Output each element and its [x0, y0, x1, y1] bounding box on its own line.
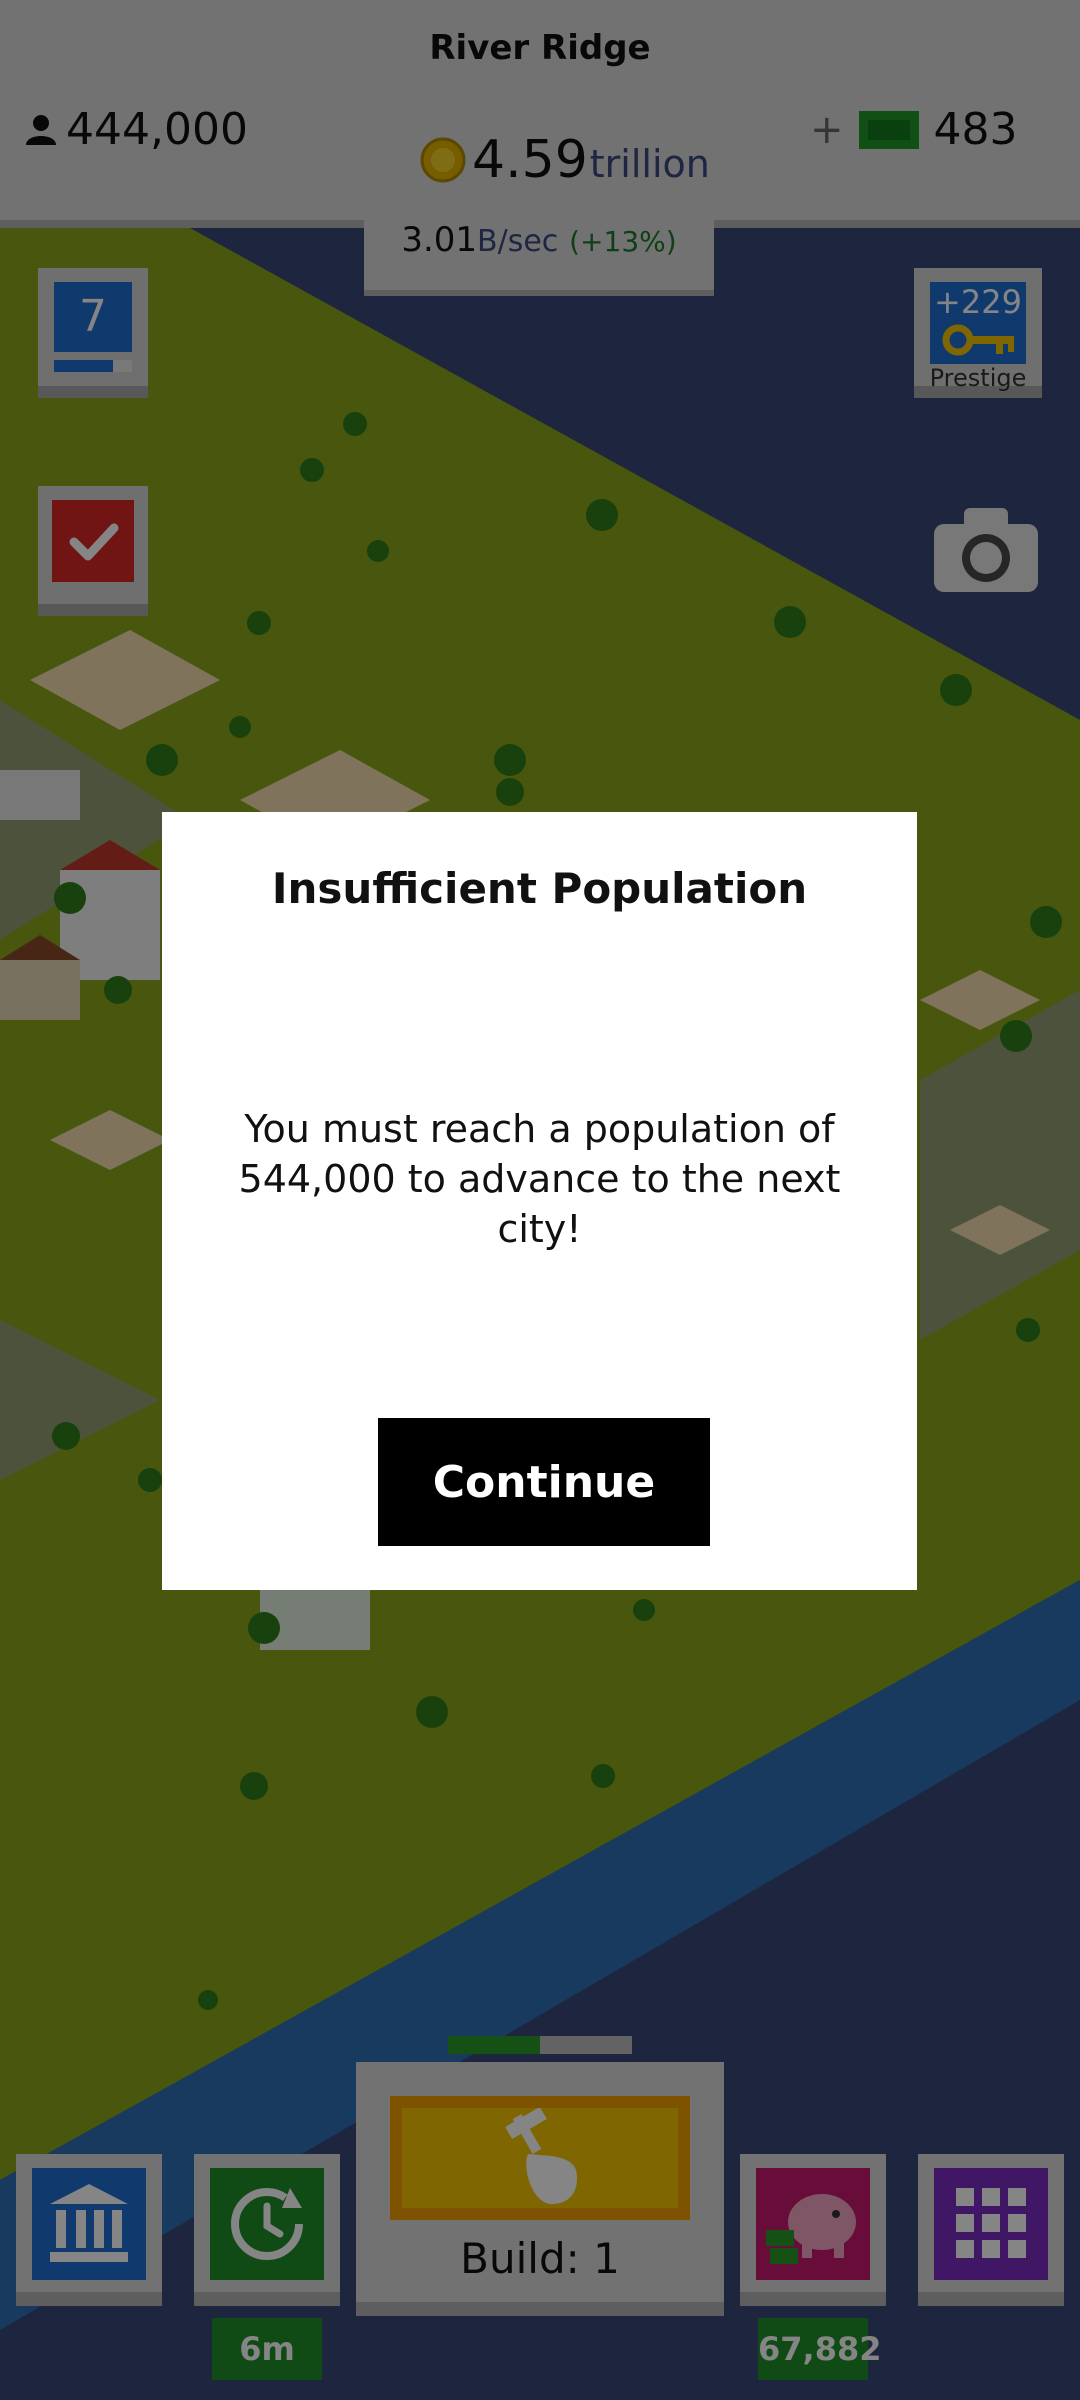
- insufficient-population-dialog: Insufficient Population You must reach a…: [162, 812, 917, 1590]
- dialog-title: Insufficient Population: [271, 864, 808, 913]
- continue-button[interactable]: Continue: [378, 1418, 710, 1546]
- dialog-message: You must reach a population of 544,000 t…: [238, 1107, 841, 1251]
